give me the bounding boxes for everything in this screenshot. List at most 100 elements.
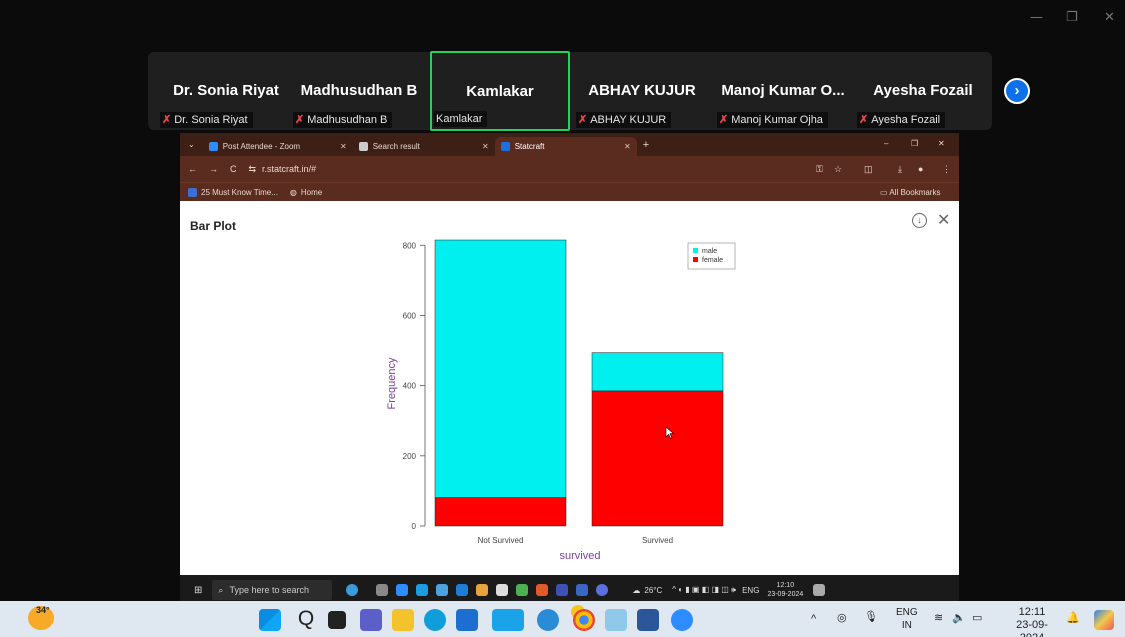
reload-icon[interactable]: C xyxy=(230,164,237,174)
zoom-close-button[interactable]: ✕ xyxy=(1104,10,1115,25)
app-icon[interactable] xyxy=(396,584,409,596)
snipping-tool-icon[interactable] xyxy=(605,609,627,631)
download-icon[interactable]: ⤓ xyxy=(898,164,902,175)
weather-widget[interactable]: ☁ 26°C xyxy=(632,586,662,595)
language-indicator[interactable]: ENG xyxy=(742,586,759,595)
site-info-icon[interactable]: ⇆ xyxy=(249,164,257,175)
browser-close-button[interactable]: ✕ xyxy=(938,139,945,148)
y-axis-label: Frequency xyxy=(386,357,398,409)
legend-label: female xyxy=(702,257,723,264)
file-icon[interactable] xyxy=(496,584,509,596)
legend-label: male xyxy=(702,248,717,255)
tab-title: Search result xyxy=(372,142,420,151)
mail-icon[interactable] xyxy=(436,584,449,596)
explorer-icon[interactable] xyxy=(476,584,489,596)
search-icon: ⌕ xyxy=(218,584,224,595)
microphone-icon[interactable]: 🎙 xyxy=(864,611,878,624)
app-icon[interactable] xyxy=(536,584,549,596)
browser-tab-active[interactable]: Statcraft ✕ xyxy=(494,137,637,156)
network-icon[interactable]: ◎ xyxy=(837,612,847,625)
volume-icon[interactable]: 🔈 xyxy=(952,612,966,625)
tab-title: Post Attendee - Zoom xyxy=(222,142,301,151)
teams-icon[interactable] xyxy=(360,609,382,631)
chrome-icon[interactable] xyxy=(516,584,529,596)
star-icon[interactable]: ☆ xyxy=(834,164,842,175)
close-icon[interactable]: ✕ xyxy=(340,142,347,151)
file-explorer-icon[interactable] xyxy=(392,609,414,631)
battery-icon[interactable]: ▭ xyxy=(972,612,982,625)
browser-tab[interactable]: Search result ✕ xyxy=(353,137,495,156)
participant-strip: Dr. Sonia Riyat ✗ Dr. Sonia Riyat Madhusu… xyxy=(148,51,993,131)
all-bookmarks-button[interactable]: ▭ All Bookmarks xyxy=(880,188,940,197)
participant-tile[interactable]: Madhusudhan B ✗ Madhusudhan B xyxy=(289,52,429,130)
clock[interactable]: 12:1123-09-2024 xyxy=(1004,606,1060,637)
zoom-minimize-button[interactable]: — xyxy=(1030,10,1043,25)
chevron-right-icon[interactable]: › xyxy=(1004,78,1030,104)
help-icon[interactable] xyxy=(537,609,559,631)
legend-box xyxy=(687,242,736,270)
language-indicator[interactable]: ENG IN xyxy=(896,606,918,632)
inner-search-box[interactable]: ⌕ Type here to search xyxy=(212,580,333,600)
x-tick-label: Not Survived xyxy=(478,536,524,545)
url-field[interactable]: ⇆ r.statcraft.in/# xyxy=(249,164,317,175)
task-view-icon[interactable] xyxy=(376,584,389,596)
new-tab-button[interactable]: + xyxy=(643,139,649,151)
extensions-icon[interactable]: ◫ xyxy=(864,164,873,175)
mic-off-icon: ✗ xyxy=(162,114,172,126)
app-icon[interactable] xyxy=(556,584,569,596)
profile-icon[interactable]: ● xyxy=(918,164,923,174)
notification-bell-icon[interactable]: 🔔 xyxy=(1066,612,1080,625)
bar-chart: 0 200 400 600 800 Frequency Not Survived Surviv… xyxy=(386,239,736,562)
task-view-icon[interactable] xyxy=(328,611,346,629)
copilot-icon[interactable] xyxy=(1094,610,1114,630)
inner-clock[interactable]: 12:10 23-09-2024 xyxy=(767,581,803,599)
edge-icon[interactable] xyxy=(416,584,429,596)
close-icon[interactable]: ✕ xyxy=(624,142,631,151)
notification-icon[interactable] xyxy=(813,584,826,596)
browser-tab[interactable]: Post Attendee - Zoom ✕ xyxy=(203,137,353,156)
start-icon[interactable] xyxy=(259,609,281,631)
word-icon[interactable] xyxy=(637,609,659,631)
y-tick-label: 800 xyxy=(403,241,417,250)
browser-minimize-button[interactable]: – xyxy=(884,139,888,148)
app-icon[interactable] xyxy=(596,584,609,596)
search-icon[interactable]: Q xyxy=(295,608,317,631)
store-icon[interactable] xyxy=(456,584,469,596)
bar-segment-female xyxy=(434,497,567,527)
participant-tile[interactable]: ABHAY KUJUR ✗ ABHAY KUJUR xyxy=(572,52,712,130)
bookmark-item[interactable]: ◍ Home xyxy=(290,188,322,197)
app-icon[interactable] xyxy=(492,609,524,631)
store-icon[interactable] xyxy=(456,609,478,631)
participant-tile-active[interactable]: Kamlakar Kamlakar xyxy=(430,51,570,131)
y-tick-label: 600 xyxy=(403,311,417,320)
tray-icons[interactable]: ^ ◐ ▮ ▣ ◧ ◨ ◫ 🕪 xyxy=(672,585,736,595)
participant-tile[interactable]: Ayesha Fozail ✗ Ayesha Fozail xyxy=(853,52,993,130)
zoom-restore-button[interactable]: ❐ xyxy=(1066,10,1078,25)
onenote-icon[interactable] xyxy=(576,584,589,596)
participant-tile[interactable]: Manoj Kumar O... ✗ Manoj Kumar Ojha xyxy=(713,52,853,130)
zoom-favicon-icon xyxy=(208,142,218,151)
forward-icon[interactable]: → xyxy=(209,164,218,174)
zoom-icon[interactable] xyxy=(671,609,693,631)
menu-icon[interactable]: ⋮ xyxy=(942,164,951,175)
tab-search-icon[interactable]: ⌄ xyxy=(188,140,195,149)
browser-restore-button[interactable]: ❐ xyxy=(911,139,918,148)
bar-segment-male xyxy=(591,352,724,392)
edge-icon[interactable] xyxy=(424,609,446,631)
y-tick-label: 200 xyxy=(403,452,417,461)
close-icon[interactable]: ✕ xyxy=(482,142,489,151)
legend-swatch-female xyxy=(693,257,698,262)
participant-name: Ayesha Fozail xyxy=(873,82,973,99)
cloud-icon: ☁ xyxy=(632,585,641,595)
bookmark-item[interactable]: 25 Must Know Time... xyxy=(188,187,278,197)
chrome-icon[interactable] xyxy=(573,609,595,631)
key-icon[interactable]: ⚿ xyxy=(816,164,823,175)
mic-off-icon: ✗ xyxy=(719,114,729,126)
chevron-up-icon[interactable]: ^ xyxy=(811,613,816,626)
cortana-icon[interactable] xyxy=(346,584,359,596)
back-icon[interactable]: ← xyxy=(188,164,197,174)
wifi-icon[interactable]: ≋ xyxy=(934,612,943,625)
search-placeholder: Type here to search xyxy=(229,585,309,595)
windows-start-icon[interactable]: ⊞ xyxy=(194,585,202,596)
participant-tile[interactable]: Dr. Sonia Riyat ✗ Dr. Sonia Riyat xyxy=(156,52,296,130)
